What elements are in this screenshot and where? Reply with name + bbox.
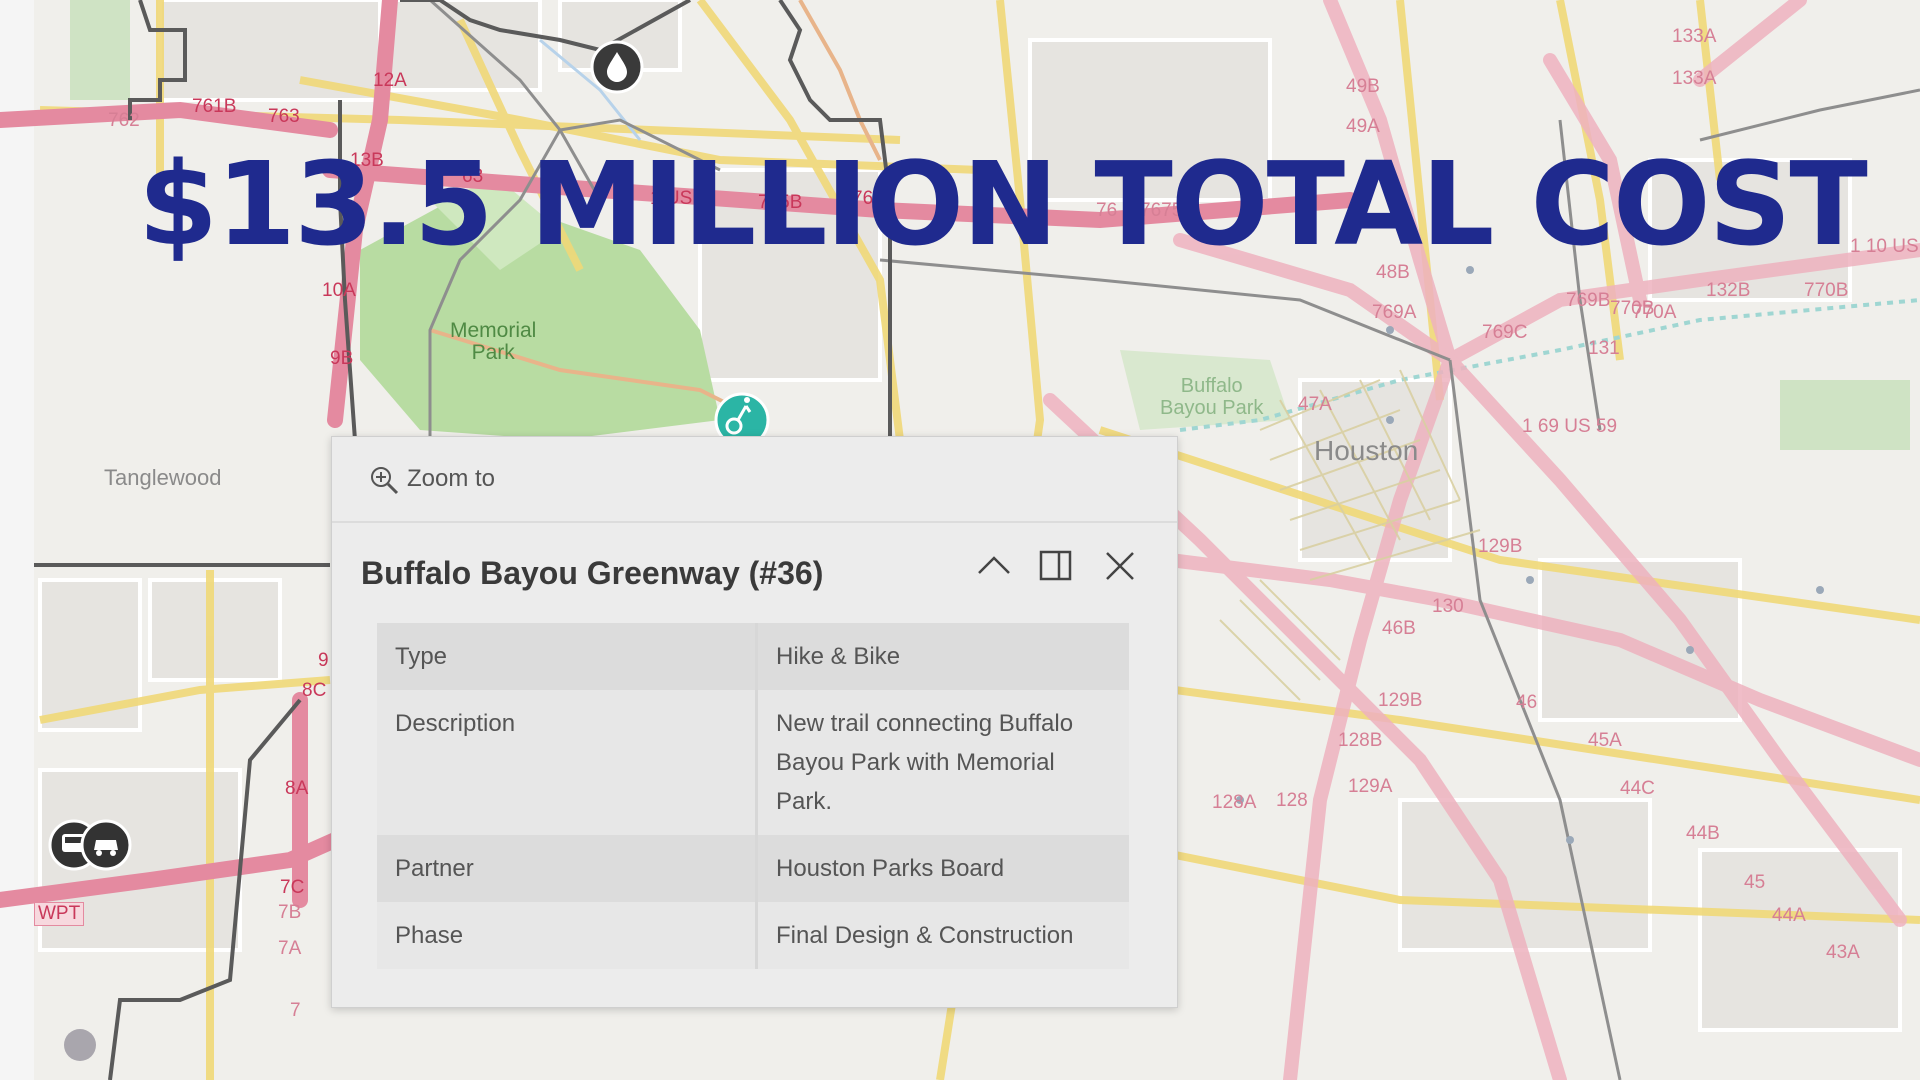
zoom-in-icon	[371, 467, 399, 495]
exit-label: WPT	[34, 902, 85, 926]
field-key: Partner	[377, 835, 758, 902]
exit-label: 762	[108, 110, 140, 131]
exit-label: 7	[290, 1000, 301, 1021]
exit-label: 1 69 US 59	[1522, 416, 1618, 437]
exit-label: 131	[1588, 338, 1620, 359]
park-label-memorial: Memorial Park	[450, 319, 537, 364]
exit-label: 7C	[280, 877, 305, 898]
exit-label: 49B	[1346, 76, 1380, 97]
chevron-up-icon	[978, 556, 1010, 574]
exit-label: 133A	[1672, 26, 1717, 47]
exit-label: 132B	[1706, 280, 1751, 301]
exit-label: 769B	[1566, 290, 1611, 311]
exit-label: 7A	[278, 938, 302, 959]
table-row: Type Hike & Bike	[377, 623, 1129, 690]
exit-label: 44C	[1620, 778, 1655, 799]
field-value: Final Design & Construction	[756, 902, 1129, 969]
field-value: New trail connecting Buffalo Bayou Park …	[756, 690, 1129, 835]
place-label-houston: Houston	[1314, 435, 1419, 466]
left-edge	[0, 0, 34, 1080]
exit-label: 45	[1744, 872, 1766, 893]
exit-label: 49A	[1346, 116, 1380, 137]
location-dot	[64, 1029, 96, 1061]
exit-label: 770B	[1804, 280, 1849, 301]
exit-label: 128	[1276, 790, 1308, 811]
exit-label: 9	[318, 650, 329, 671]
close-icon	[1106, 552, 1134, 580]
attribute-table: Type Hike & Bike Description New trail c…	[377, 623, 1129, 969]
exit-label: 129B	[1478, 536, 1523, 557]
zoom-to-label: Zoom to	[407, 465, 496, 492]
field-value: Houston Parks Board	[756, 835, 1129, 902]
exit-label: 769C	[1482, 322, 1528, 343]
close-button[interactable]	[1097, 543, 1143, 589]
table-row: Partner Houston Parks Board	[377, 835, 1129, 902]
exit-label: 129B	[1378, 690, 1423, 711]
exit-label: 133A	[1672, 68, 1717, 89]
dock-button[interactable]	[1033, 543, 1079, 589]
exit-label: 43A	[1826, 942, 1860, 963]
collapse-button[interactable]	[971, 543, 1017, 589]
transit-icons[interactable]	[48, 818, 132, 872]
exit-label: 9B	[330, 348, 354, 369]
exit-label: 7B	[278, 902, 302, 923]
car-icon	[80, 819, 132, 871]
exit-label: 8C	[302, 680, 327, 701]
dock-icon	[1039, 550, 1072, 581]
water-drop-icon[interactable]	[590, 40, 644, 94]
exit-label: 46B	[1382, 618, 1416, 639]
exit-label: 763	[268, 106, 300, 127]
table-row: Description New trail connecting Buffalo…	[377, 690, 1129, 835]
exit-label: 769A	[1372, 302, 1417, 323]
place-label-tanglewood: Tanglewood	[104, 465, 222, 490]
exit-label: 129A	[1348, 776, 1393, 797]
exit-label: 770A	[1632, 302, 1677, 323]
feature-popup: Zoom to Buffalo Bayou Greenway (#36) Typ…	[331, 436, 1178, 1008]
table-row: Phase Final Design & Construction	[377, 902, 1129, 969]
hike-bike-icon[interactable]	[712, 390, 772, 440]
exit-label: 47A	[1298, 394, 1332, 415]
headline-total-cost: $13.5 MILLION TOTAL COST	[138, 138, 1868, 272]
exit-label: 44B	[1686, 823, 1720, 844]
field-key: Phase	[377, 902, 758, 969]
exit-label: 12A	[373, 70, 407, 91]
exit-label: 128B	[1338, 730, 1383, 751]
exit-label: 761B	[192, 96, 237, 117]
popup-title: Buffalo Bayou Greenway (#36)	[361, 555, 824, 591]
exit-label: 128A	[1212, 792, 1257, 813]
zoom-to-button[interactable]: Zoom to	[332, 437, 1177, 523]
exit-label: 130	[1432, 596, 1464, 617]
field-key: Type	[377, 623, 758, 690]
exit-label: 44A	[1772, 905, 1806, 926]
exit-label: 46	[1516, 692, 1538, 713]
exit-label: 45A	[1588, 730, 1622, 751]
field-value: Hike & Bike	[756, 623, 1129, 690]
park-label-buffalo-bayou: Buffalo Bayou Park	[1160, 375, 1264, 419]
field-key: Description	[377, 690, 758, 835]
exit-label: 8A	[285, 778, 309, 799]
exit-label: 10A	[322, 280, 356, 301]
